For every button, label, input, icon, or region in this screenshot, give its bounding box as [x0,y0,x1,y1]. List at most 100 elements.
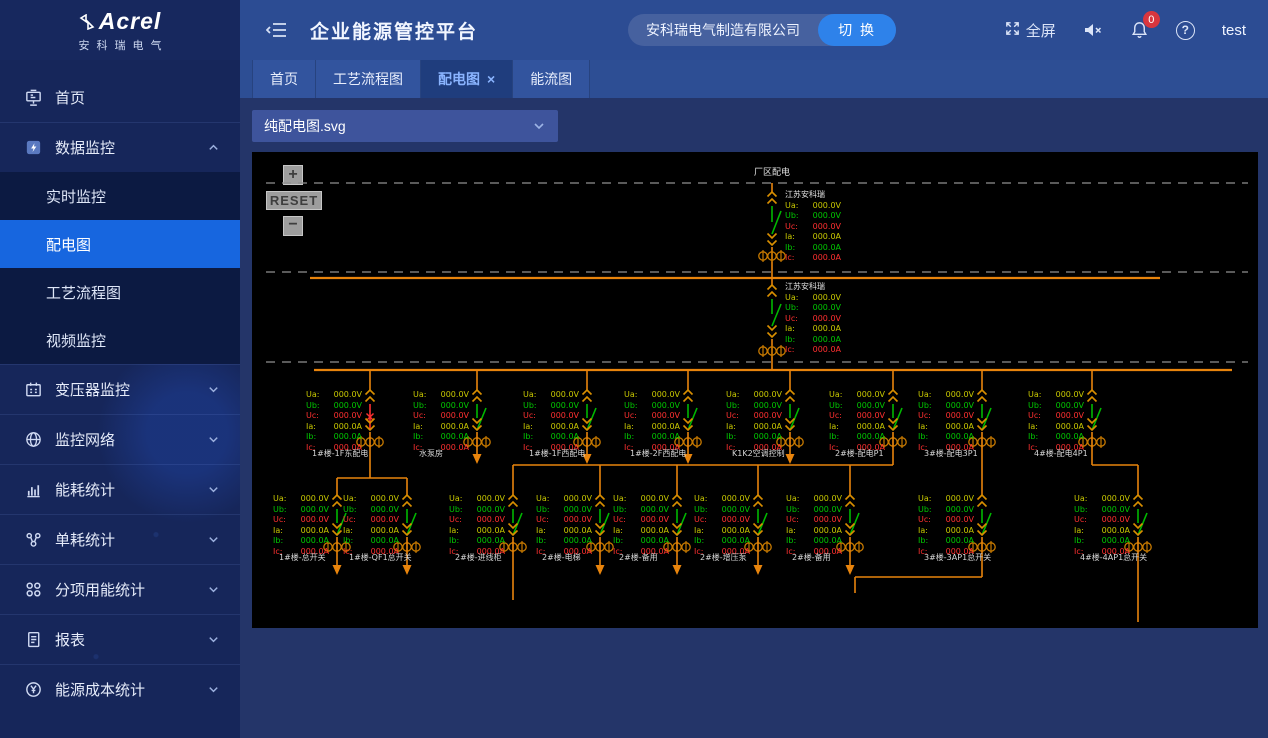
sidebar-item-label: 数据监控 [55,137,115,158]
node-readings: Ua:000.0VUb:000.0VUc:000.0VIa:000.0AIb:0… [786,494,842,557]
tab-label: 能流图 [530,69,572,89]
tab-能流图[interactable]: 能流图 [513,60,590,98]
data-monitor-icon [23,138,43,158]
node-readings: Ua:000.0VUb:000.0VUc:000.0VIa:000.0AIb:0… [523,390,579,453]
node-label: 4#楼-4AP1总开关 [1080,552,1198,563]
switch-company-button[interactable]: 切 换 [818,14,896,46]
node-readings: Ua:000.0VUb:000.0VUc:000.0VIa:000.0AIb:0… [918,390,974,453]
menu-collapse-icon[interactable] [266,20,288,40]
help-icon: ? [1176,21,1195,40]
mute-button[interactable] [1083,21,1103,39]
help-button[interactable]: ? [1176,21,1195,40]
incomer-name: 江苏安科瑞 [785,282,841,293]
node-label: 4#楼-配电4P1 [1034,448,1152,459]
cost-icon [23,680,43,700]
node-readings: Ua:000.0VUb:000.0VUc:000.0VIa:000.0AIb:0… [1028,390,1084,453]
node-readings: 江苏安科瑞Ua:000.0VUb:000.0VUc:000.0VIa:000.0… [785,190,841,264]
sidebar-item-subitem-energy[interactable]: 分项用能统计 [0,564,240,614]
notification-badge: 0 [1143,11,1160,28]
sidebar-item-transformer-monitoring[interactable]: 变压器监控 [0,364,240,414]
sidebar-item-unit-consumption[interactable]: 单耗统计 [0,514,240,564]
node-readings: 江苏安科瑞Ua:000.0VUb:000.0VUc:000.0VIa:000.0… [785,282,841,356]
sidebar-submenu: 实时监控配电图工艺流程图视频监控 [0,172,240,364]
node-readings: Ua:000.0VUb:000.0VUc:000.0VIa:000.0AIb:0… [536,494,592,557]
sidebar-nav: 首页数据监控实时监控配电图工艺流程图视频监控变压器监控监控网络能耗统计单耗统计分… [0,60,240,738]
sidebar-item-label: 单耗统计 [55,529,115,550]
tab-label: 首页 [270,69,298,89]
chevron-down-icon [207,433,220,446]
node-readings: Ua:000.0VUb:000.0VUc:000.0VIa:000.0AIb:0… [413,390,469,453]
sidebar-subitem[interactable]: 视频监控 [0,316,240,364]
sidebar-subitem[interactable]: 工艺流程图 [0,268,240,316]
node-label: 水泵房 [419,448,537,459]
chevron-down-icon [207,533,220,546]
logo: Acrel 安科瑞电气 [0,0,240,60]
sidebar-subitem[interactable]: 配电图 [0,220,240,268]
sidebar-item-label: 能源成本统计 [55,679,145,700]
sidebar-item-data-monitoring[interactable]: 数据监控 [0,122,240,172]
main-content: 首页 工艺流程图 配电图 × 能流图 纯配电图.svg + RESET − 厂区配电 江… [240,60,1268,738]
sidebar-item-label: 监控网络 [55,429,115,450]
logo-subtext: 安科瑞电气 [72,37,169,53]
energy-stats-icon [23,480,43,500]
node-label: 3#楼-3AP1总开关 [924,552,1042,563]
sidebar-item-energy-statistics[interactable]: 能耗统计 [0,464,240,514]
tab-工艺流程图[interactable]: 工艺流程图 [316,60,421,98]
notifications-button[interactable]: 0 [1130,20,1149,40]
node-readings: Ua:000.0VUb:000.0VUc:000.0VIa:000.0AIb:0… [273,494,329,557]
username[interactable]: test [1222,22,1246,39]
chevron-down-icon [207,683,220,696]
sidebar-item-label: 首页 [55,87,85,108]
node-readings: Ua:000.0VUb:000.0VUc:000.0VIa:000.0AIb:0… [694,494,750,557]
transformer-icon [23,380,43,400]
logo-brand: Acrel [99,8,162,35]
fullscreen-button[interactable]: 全屏 [1004,20,1056,41]
sidebar-item-label: 报表 [55,629,85,650]
unit-stats-icon [23,530,43,550]
page-title: 企业能源管控平台 [310,17,478,44]
node-readings: Ua:000.0VUb:000.0VUc:000.0VIa:000.0AIb:0… [829,390,885,453]
tab-首页[interactable]: 首页 [252,60,316,98]
node-readings: Ua:000.0VUb:000.0VUc:000.0VIa:000.0AIb:0… [306,390,362,453]
network-icon [23,430,43,450]
sidebar-item-monitoring-network[interactable]: 监控网络 [0,414,240,464]
app-header: Acrel 安科瑞电气 企业能源管控平台 安科瑞电气制造有限公司 切 换 全屏 … [0,0,1268,60]
tab-label: 工艺流程图 [333,69,403,89]
diagram-file-select[interactable]: 纯配电图.svg [252,110,558,142]
incomer-name: 江苏安科瑞 [785,190,841,201]
node-label: 3#楼-配电3P1 [924,448,1042,459]
sidebar-item-energy-cost[interactable]: 能源成本统计 [0,664,240,714]
fullscreen-icon [1004,20,1021,41]
sidebar-item-label: 能耗统计 [55,479,115,500]
chevron-down-icon [207,633,220,646]
chevron-up-icon [207,141,220,154]
node-label: 2#楼-备用 [792,552,910,563]
sidebar-item-reports[interactable]: 报表 [0,614,240,664]
node-readings: Ua:000.0VUb:000.0VUc:000.0VIa:000.0AIb:0… [343,494,399,557]
fullscreen-label: 全屏 [1026,20,1056,41]
company-select[interactable]: 安科瑞电气制造有限公司 切 换 [628,14,896,46]
chevron-down-icon [207,583,220,596]
diagram-file-value: 纯配电图.svg [264,116,532,136]
chevron-down-icon [207,483,220,496]
tab-close-icon[interactable]: × [487,71,495,87]
node-readings: Ua:000.0VUb:000.0VUc:000.0VIa:000.0AIb:0… [1074,494,1130,557]
chevron-down-icon [207,383,220,396]
subitem-icon [23,580,43,600]
distribution-diagram-canvas[interactable]: + RESET − 厂区配电 江苏安科瑞Ua:000.0VUb:000.0VUc… [252,152,1258,628]
node-readings: Ua:000.0VUb:000.0VUc:000.0VIa:000.0AIb:0… [918,494,974,557]
sidebar-item-home[interactable]: 首页 [0,72,240,122]
node-readings: Ua:000.0VUb:000.0VUc:000.0VIa:000.0AIb:0… [613,494,669,557]
sidebar-item-label: 分项用能统计 [55,579,145,600]
home-icon [23,87,43,107]
node-readings: Ua:000.0VUb:000.0VUc:000.0VIa:000.0AIb:0… [624,390,680,453]
sidebar-subitem[interactable]: 实时监控 [0,172,240,220]
tab-配电图[interactable]: 配电图 × [421,60,513,98]
node-readings: Ua:000.0VUb:000.0VUc:000.0VIa:000.0AIb:0… [449,494,505,557]
sidebar-item-label: 变压器监控 [55,379,130,400]
node-readings: Ua:000.0VUb:000.0VUc:000.0VIa:000.0AIb:0… [726,390,782,453]
tab-label: 配电图 [438,69,480,89]
logo-mark-icon [79,14,95,35]
chevron-down-icon [532,119,546,133]
report-icon [23,630,43,650]
